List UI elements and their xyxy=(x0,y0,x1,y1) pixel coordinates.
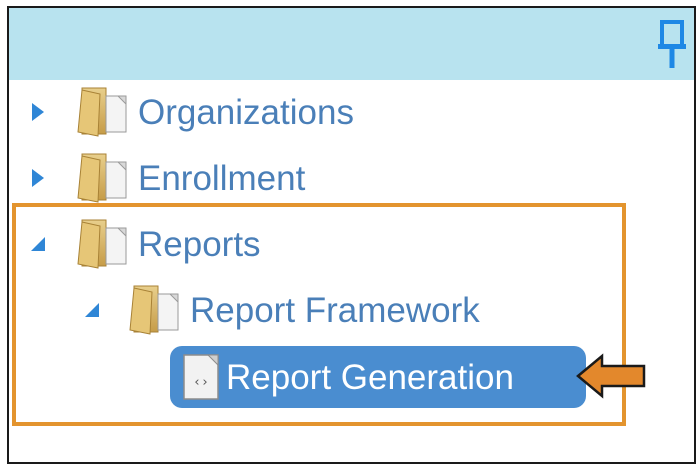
panel-header xyxy=(9,8,694,80)
callout-arrow-icon xyxy=(576,353,646,399)
tree-item-label: Enrollment xyxy=(138,158,306,198)
expand-arrow-icon[interactable] xyxy=(26,166,50,190)
tree-item-label: Organizations xyxy=(138,92,354,132)
reports-highlight-frame xyxy=(12,203,626,426)
expand-arrow-icon[interactable] xyxy=(26,100,50,124)
tree-item-enrollment[interactable]: Enrollment xyxy=(26,150,305,206)
pin-icon[interactable] xyxy=(658,18,686,70)
tree-item-organizations[interactable]: Organizations xyxy=(26,84,354,140)
folder-icon xyxy=(76,86,130,138)
folder-icon xyxy=(76,152,130,204)
